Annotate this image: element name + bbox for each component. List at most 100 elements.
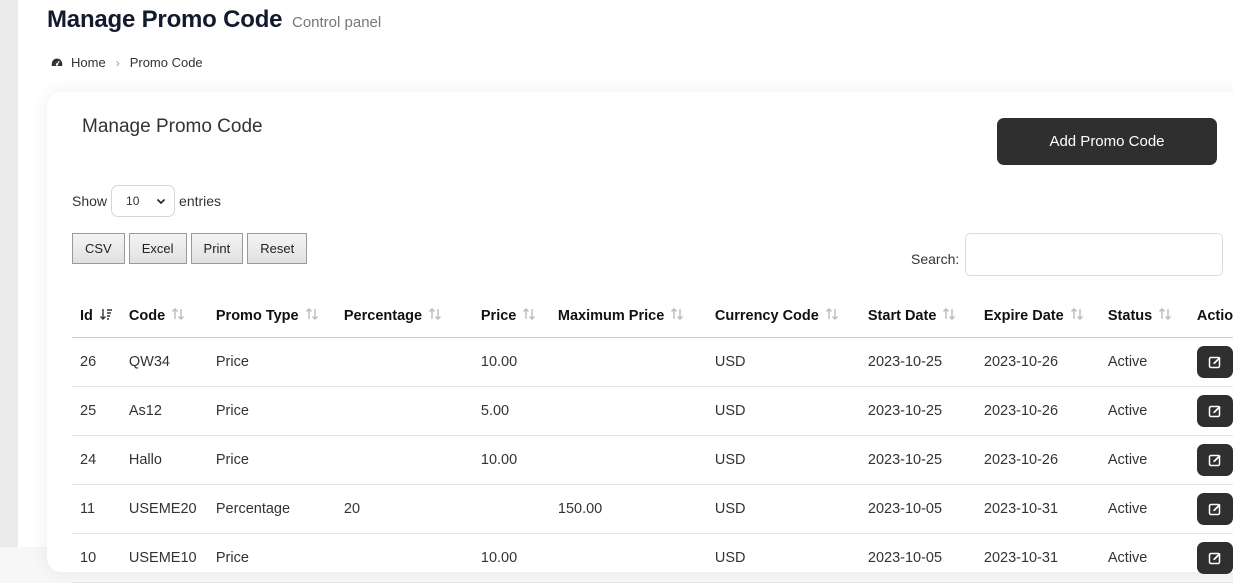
sort-icon bbox=[943, 308, 956, 320]
column-header-label: Promo Type bbox=[215, 307, 299, 324]
sort-icon bbox=[428, 307, 442, 325]
table-cell: 25 bbox=[72, 386, 121, 436]
entries-select[interactable]: 10 bbox=[111, 185, 176, 217]
table-cell: Price bbox=[207, 435, 336, 485]
table-cell: Price bbox=[207, 386, 336, 436]
column-header-5[interactable]: Maximum Price bbox=[549, 295, 707, 338]
table-cell: 20 bbox=[335, 484, 473, 534]
breadcrumb-home[interactable]: Home bbox=[71, 55, 106, 70]
table-cell: 150.00 bbox=[549, 484, 707, 534]
table-cell: 2023-10-31 bbox=[975, 533, 1100, 583]
column-header-label: Currency Code bbox=[714, 307, 819, 324]
table-cell: 2023-10-26 bbox=[975, 435, 1100, 485]
sort-icon bbox=[1158, 307, 1172, 325]
table-cell-action bbox=[1188, 533, 1233, 583]
export-buttons: CSV Excel Print Reset bbox=[72, 233, 311, 264]
column-header-3[interactable]: Percentage bbox=[335, 295, 473, 338]
breadcrumb-current: Promo Code bbox=[129, 55, 203, 70]
column-header-0[interactable]: Id bbox=[72, 295, 121, 338]
column-header-2[interactable]: Promo Type bbox=[207, 295, 336, 338]
edit-button[interactable] bbox=[1196, 444, 1233, 476]
table-cell bbox=[335, 386, 473, 436]
table-cell bbox=[335, 337, 473, 387]
length-control: Show 10 entries bbox=[72, 185, 221, 217]
column-header-label: Percentage bbox=[343, 307, 423, 324]
table-header-row: Id Code Promo Type Percentage Price Maximum P… bbox=[72, 295, 1233, 338]
sort-icon bbox=[1070, 308, 1083, 320]
table-cell: USEME20 bbox=[120, 484, 208, 534]
table-cell bbox=[335, 533, 473, 583]
column-header-1[interactable]: Code bbox=[120, 295, 208, 338]
table-cell: 2023-10-31 bbox=[975, 484, 1100, 534]
edit-icon bbox=[1208, 454, 1221, 467]
table-cell: Active bbox=[1099, 435, 1189, 485]
table-cell bbox=[549, 337, 707, 387]
sort-icon bbox=[671, 308, 684, 320]
column-header-label: Price bbox=[480, 307, 517, 324]
excel-button[interactable]: Excel bbox=[128, 233, 187, 264]
table-row: 11 USEME20 Percentage 20 150.00 USD 2023-10-05… bbox=[72, 484, 1233, 534]
table-cell: Price bbox=[207, 533, 336, 583]
table-cell: 26 bbox=[72, 337, 121, 387]
column-header-label: Actio bbox=[1196, 308, 1233, 324]
sort-ascending-icon bbox=[99, 307, 113, 325]
reset-button[interactable]: Reset bbox=[247, 233, 308, 264]
breadcrumb: Home › Promo Code bbox=[51, 55, 203, 70]
table-row: 24 Hallo Price 10.00 USD 2023-10-25 2023-10-26… bbox=[72, 435, 1233, 485]
table-cell bbox=[549, 435, 707, 485]
table-cell: QW34 bbox=[120, 337, 208, 387]
sort-icon bbox=[171, 307, 185, 325]
add-promo-code-button[interactable]: Add Promo Code bbox=[997, 118, 1217, 165]
table-cell: As12 bbox=[120, 386, 208, 436]
chevron-right-icon: › bbox=[115, 55, 120, 70]
table-cell: 2023-10-25 bbox=[859, 386, 976, 436]
edit-icon bbox=[1208, 405, 1221, 418]
table-cell: Active bbox=[1099, 533, 1189, 583]
table-row: 25 As12 Price 5.00 USD 2023-10-25 2023-10-26 Ac… bbox=[72, 386, 1233, 436]
sort-icon bbox=[825, 308, 838, 320]
table-cell: 2023-10-26 bbox=[975, 337, 1100, 387]
dashboard-icon bbox=[51, 58, 63, 66]
sort-ascending-icon bbox=[99, 309, 112, 320]
show-label: Show bbox=[72, 193, 108, 209]
column-header-label: Code bbox=[128, 307, 166, 324]
table-cell: 10 bbox=[72, 533, 121, 583]
column-header-label: Status bbox=[1107, 307, 1153, 324]
print-button[interactable]: Print bbox=[190, 233, 244, 264]
sort-icon bbox=[305, 307, 319, 325]
table-cell: USD bbox=[706, 435, 860, 485]
column-header-6[interactable]: Currency Code bbox=[706, 295, 860, 338]
column-header-9[interactable]: Status bbox=[1099, 295, 1189, 338]
edit-button[interactable] bbox=[1196, 346, 1233, 378]
table-cell: Percentage bbox=[207, 484, 336, 534]
column-header-4[interactable]: Price bbox=[472, 295, 550, 338]
table-cell-action bbox=[1188, 435, 1233, 485]
table-cell: Active bbox=[1099, 337, 1189, 387]
table-row: 10 USEME10 Price 10.00 USD 2023-10-05 2023-10-… bbox=[72, 533, 1233, 583]
table-cell: 11 bbox=[72, 484, 121, 534]
table-row: 26 QW34 Price 10.00 USD 2023-10-25 2023-10-26 A… bbox=[72, 337, 1233, 387]
table-cell bbox=[335, 435, 473, 485]
table-cell-action bbox=[1188, 337, 1233, 387]
column-header-7[interactable]: Start Date bbox=[859, 295, 976, 338]
table-cell: USD bbox=[706, 386, 860, 436]
promo-code-card: Manage Promo Code Add Promo Code Show 10… bbox=[47, 92, 1233, 583]
sort-icon bbox=[1070, 307, 1084, 325]
table-cell: 10.00 bbox=[472, 533, 550, 583]
column-header-label: Expire Date bbox=[983, 307, 1064, 324]
column-header-8[interactable]: Expire Date bbox=[975, 295, 1100, 338]
table-cell: 10.00 bbox=[472, 435, 550, 485]
table-cell: Price bbox=[207, 337, 336, 387]
search-input[interactable] bbox=[965, 233, 1224, 276]
entries-select-value: 10 bbox=[126, 194, 140, 208]
edit-button[interactable] bbox=[1196, 395, 1233, 427]
csv-button[interactable]: CSV bbox=[72, 233, 125, 264]
search-label: Search: bbox=[911, 250, 960, 267]
page-title: Manage Promo Code bbox=[47, 6, 283, 33]
edit-button[interactable] bbox=[1196, 493, 1233, 525]
table-cell bbox=[549, 386, 707, 436]
column-header-10[interactable]: Actio bbox=[1188, 295, 1233, 338]
table-cell bbox=[472, 484, 550, 534]
sort-icon bbox=[825, 307, 839, 325]
edit-icon bbox=[1208, 503, 1221, 516]
